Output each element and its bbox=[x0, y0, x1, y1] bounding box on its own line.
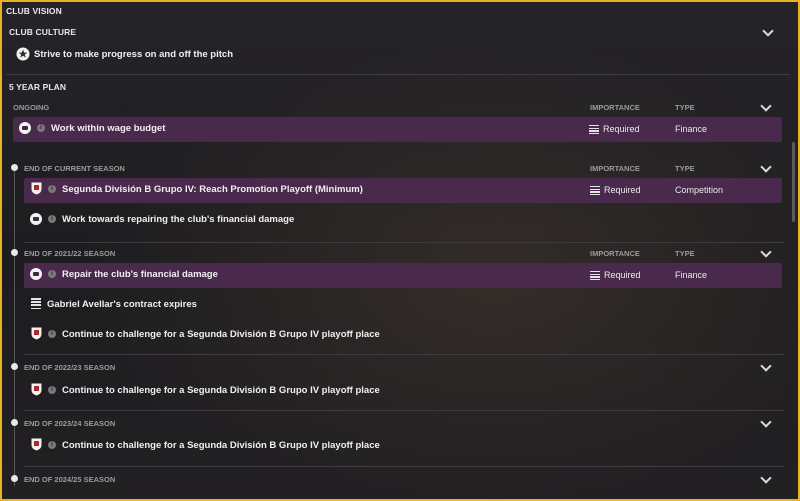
row-label: Continue to challenge for a Segunda Divi… bbox=[62, 385, 380, 396]
club-crest-icon bbox=[31, 327, 42, 340]
plan-row[interactable]: i Repair the club's financial damage Req… bbox=[24, 263, 782, 288]
timeline-line bbox=[14, 166, 15, 486]
importance-bars-icon bbox=[590, 271, 600, 281]
type-value: Competition bbox=[675, 185, 724, 195]
importance-bars-icon bbox=[590, 186, 600, 196]
chevron-down-icon[interactable] bbox=[760, 472, 772, 484]
chevron-down-icon[interactable] bbox=[762, 25, 774, 37]
section-header: END OF 2023/24 SEASON bbox=[24, 419, 116, 428]
scrollbar-thumb[interactable] bbox=[792, 142, 795, 222]
row-label: Continue to challenge for a Segunda Divi… bbox=[62, 440, 380, 451]
info-icon[interactable]: i bbox=[48, 185, 56, 193]
importance-value: Required bbox=[589, 124, 640, 135]
club-vision-panel: CLUB VISION CLUB CULTURE Strive to make … bbox=[0, 0, 800, 501]
chevron-down-icon[interactable] bbox=[760, 161, 772, 173]
type-value: Finance bbox=[675, 270, 708, 280]
plan-row[interactable]: i Work towards repairing the club's fina… bbox=[24, 208, 782, 233]
finance-icon bbox=[30, 268, 42, 280]
divider bbox=[24, 410, 784, 411]
row-label: Gabriel Avellar's contract expires bbox=[47, 299, 197, 310]
divider bbox=[24, 242, 784, 243]
section-header-ongoing: ONGOING bbox=[13, 103, 50, 112]
info-icon[interactable]: i bbox=[37, 124, 45, 132]
contract-icon bbox=[31, 298, 41, 310]
importance-value: Required bbox=[590, 185, 641, 196]
club-crest-icon bbox=[31, 383, 42, 396]
importance-column-header[interactable]: IMPORTANCE bbox=[590, 103, 640, 112]
divider bbox=[24, 354, 784, 355]
row-label: Work towards repairing the club's financ… bbox=[62, 214, 295, 225]
club-culture-header: CLUB CULTURE bbox=[9, 27, 77, 37]
type-column-header[interactable]: TYPE bbox=[675, 164, 695, 173]
info-icon[interactable]: i bbox=[48, 215, 56, 223]
info-icon[interactable]: i bbox=[48, 270, 56, 278]
timeline-dot bbox=[11, 249, 18, 256]
plan-row[interactable]: i Continue to challenge for a Segunda Di… bbox=[24, 323, 782, 348]
chevron-down-icon[interactable] bbox=[760, 246, 772, 258]
chevron-down-icon[interactable] bbox=[760, 100, 772, 112]
plan-row[interactable]: i Continue to challenge for a Segunda Di… bbox=[24, 379, 782, 404]
section-header: END OF CURRENT SEASON bbox=[24, 164, 125, 173]
panel-title: CLUB VISION bbox=[6, 6, 62, 16]
plan-row[interactable]: i Continue to challenge for a Segunda Di… bbox=[24, 434, 782, 459]
timeline-dot bbox=[11, 164, 18, 171]
type-value: Finance bbox=[675, 124, 708, 134]
importance-value: Required bbox=[590, 270, 641, 281]
plan-row[interactable]: i Segunda División B Grupo IV: Reach Pro… bbox=[24, 178, 782, 203]
type-column-header[interactable]: TYPE bbox=[675, 103, 695, 112]
star-icon bbox=[16, 47, 30, 61]
chevron-down-icon[interactable] bbox=[760, 360, 772, 372]
plan-row[interactable]: i Work within wage budget Required Finan… bbox=[13, 117, 782, 142]
timeline-dot bbox=[11, 363, 18, 370]
section-header: END OF 2024/25 SEASON bbox=[24, 475, 116, 484]
section-header: END OF 2022/23 SEASON bbox=[24, 363, 116, 372]
plan-row[interactable]: Gabriel Avellar's contract expires bbox=[13, 293, 771, 318]
timeline-dot bbox=[11, 419, 18, 426]
importance-bars-icon bbox=[589, 125, 599, 135]
divider bbox=[24, 466, 784, 467]
importance-column-header[interactable]: IMPORTANCE bbox=[590, 249, 640, 258]
info-icon[interactable]: i bbox=[48, 441, 56, 449]
importance-column-header[interactable]: IMPORTANCE bbox=[590, 164, 640, 173]
chevron-down-icon[interactable] bbox=[760, 416, 772, 428]
info-icon[interactable]: i bbox=[48, 386, 56, 394]
section-header: END OF 2021/22 SEASON bbox=[24, 249, 116, 258]
club-crest-icon bbox=[31, 182, 42, 195]
type-column-header[interactable]: TYPE bbox=[675, 249, 695, 258]
row-label: Continue to challenge for a Segunda Divi… bbox=[62, 329, 380, 340]
club-culture-text: Strive to make progress on and off the p… bbox=[34, 49, 234, 60]
five-year-plan-header: 5 YEAR PLAN bbox=[9, 82, 67, 92]
info-icon[interactable]: i bbox=[48, 330, 56, 338]
finance-icon bbox=[30, 213, 42, 225]
row-label: Segunda División B Grupo IV: Reach Promo… bbox=[62, 184, 363, 195]
row-label: Repair the club's financial damage bbox=[62, 269, 218, 280]
timeline-dot bbox=[11, 475, 18, 482]
row-label: Work within wage budget bbox=[51, 123, 166, 134]
club-crest-icon bbox=[31, 438, 42, 451]
divider bbox=[6, 74, 790, 75]
finance-icon bbox=[19, 122, 31, 134]
